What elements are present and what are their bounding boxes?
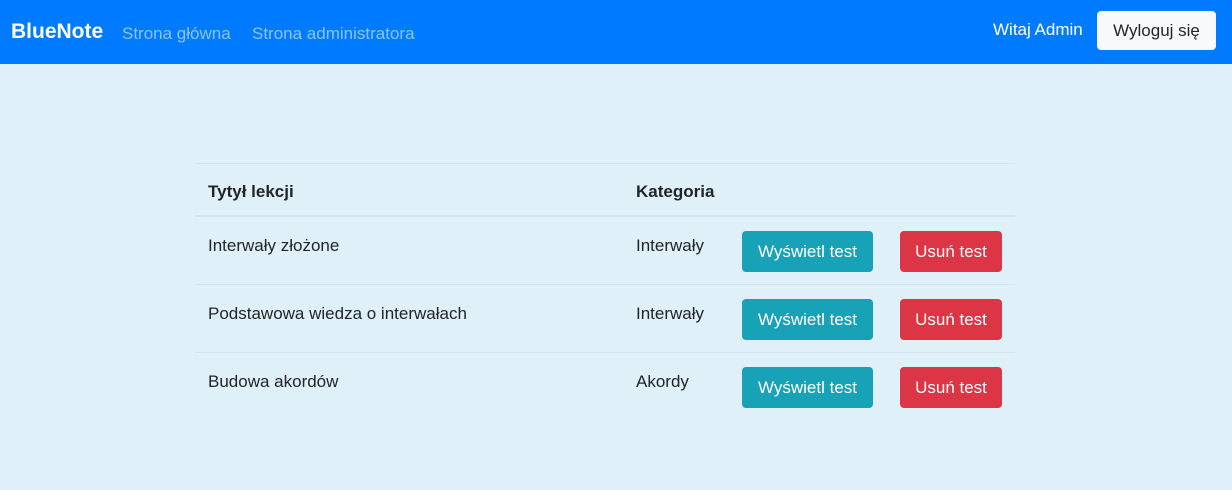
table-row: Budowa akordów Akordy Wyświetl test Usuń…: [195, 353, 1015, 421]
lesson-title: Budowa akordów: [208, 372, 339, 391]
brand-logo[interactable]: BlueNote: [11, 19, 103, 45]
lessons-table: Tytył lekcji Kategoria Interwały złożone…: [195, 163, 1015, 421]
nav-link-admin[interactable]: Strona administratora: [252, 23, 415, 45]
lesson-category: Akordy: [636, 372, 689, 391]
table-row: Podstawowa wiedza o interwałach Interwał…: [195, 285, 1015, 353]
table-header: Tytył lekcji Kategoria: [195, 163, 1015, 217]
view-test-button[interactable]: Wyświetl test: [742, 299, 873, 340]
view-test-button[interactable]: Wyświetl test: [742, 367, 873, 408]
lesson-category: Interwały: [636, 236, 705, 255]
lesson-title: Interwały złożone: [208, 236, 340, 255]
user-greeting: Witaj Admin: [993, 20, 1083, 39]
lesson-category: Interwały: [636, 304, 705, 323]
column-header-category: Kategoria: [636, 182, 715, 201]
view-test-button[interactable]: Wyświetl test: [742, 231, 873, 272]
delete-test-button[interactable]: Usuń test: [900, 231, 1002, 272]
table-row: Interwały złożone Interwały Wyświetl tes…: [195, 217, 1015, 285]
delete-test-button[interactable]: Usuń test: [900, 367, 1002, 408]
navbar: BlueNote Strona główna Strona administra…: [0, 0, 1232, 64]
lesson-title: Podstawowa wiedza o interwałach: [208, 304, 467, 323]
nav-link-home[interactable]: Strona główna: [122, 23, 231, 45]
logout-button[interactable]: Wyloguj się: [1097, 11, 1216, 50]
column-header-title: Tytył lekcji: [208, 182, 294, 201]
delete-test-button[interactable]: Usuń test: [900, 299, 1002, 340]
